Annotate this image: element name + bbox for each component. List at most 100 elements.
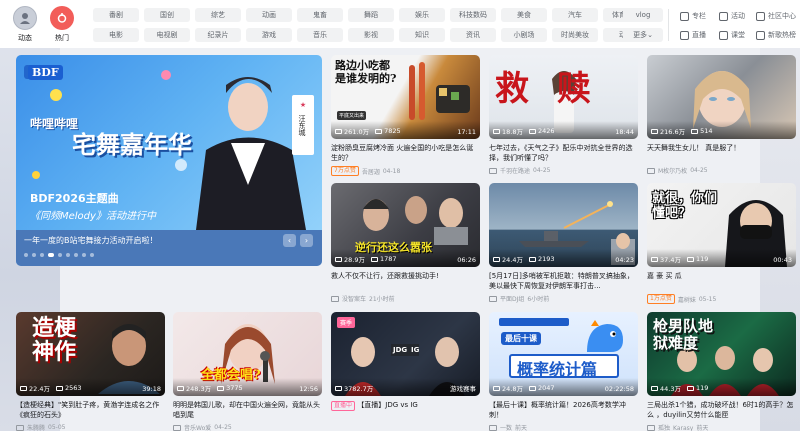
video-title[interactable]: 嘉 豪 买 瓜 [647,271,796,291]
banner-dot[interactable] [40,253,44,257]
video-card[interactable]: 枪男队地狱难度 44.3万 119 三局出杀1个猎，成功破坏战！6时1的高手？怎么… [647,312,796,431]
play-icon [651,128,658,134]
video-card[interactable]: 救 赎 18.8万 2426 18:44 七年过去，《天气之子》配乐中对抗全世界的… [489,55,638,175]
video-card[interactable]: 路边小吃都是谁发明的? 平底又出来 261.0万 7825 17:11 淀粉肠臭豆… [331,55,480,176]
video-meta: 孤独_Karasy 前天 [647,423,708,431]
live-title[interactable]: 直播中 【直播】JDG vs IG [331,400,480,412]
banner-dot[interactable] [90,253,94,257]
video-thumbnail[interactable]: 24.4万 2193 04:23 [489,183,638,267]
chip-guichu[interactable]: 鬼畜 [297,8,343,22]
uploader-name[interactable]: 吾居迦 [362,167,380,176]
hero-banner[interactable]: ★ BDF 哔哩哔哩 宅舞嘉年华 BDF2026主题曲 《同频Melody》活动… [16,55,322,266]
uploader-name[interactable]: 孤独_Karasy [658,423,693,431]
season-badge: 赛季 [337,317,356,328]
chip-wudao[interactable]: 舞蹈 [348,8,394,22]
video-title[interactable]: 明明是韩国儿歌，却在中国火遍全网，竟能从头唱到尾 [173,400,322,420]
video-card[interactable]: 就很，你们懂吧？ 37.4万 119 00:43 嘉 豪 买 瓜 1万点赞 嘉树妹… [647,183,796,304]
video-title[interactable]: 【造梗经典】"笑到肚子疼，黄渤字连成名之作《疯狂的石头》 [16,400,165,420]
uploader-icon [489,424,497,431]
banner-dot[interactable] [24,253,28,257]
video-card[interactable]: 24.4万 2193 04:23 [5月17日]多哨被军机拒敢：特朗普叉搞抽象，美… [489,183,638,303]
link-zhuanlan[interactable]: 专栏 [680,9,706,23]
chip-yingshi[interactable]: 影视 [348,28,394,42]
link-zhibo[interactable]: 直播 [680,28,706,42]
chevron-right-icon: › [304,236,309,245]
banner-dot-active[interactable] [48,253,54,257]
chip-fanju[interactable]: 番剧 [93,8,139,22]
video-title[interactable]: [5月17日]多哨被军机拒敢：特朗普叉搞抽象，美以最快下周恢复对伊朗军事打击..… [489,271,638,291]
chip-xiaojuchang[interactable]: 小剧场 [501,28,547,42]
live-card[interactable]: 赛季 JDG IG 3782.7万 游戏赛事 直播中 【直播】JDG vs IG [331,312,480,431]
svg-text:★: ★ [300,101,306,109]
video-thumbnail[interactable]: 就很，你们懂吧？ 37.4万 119 00:43 [647,183,796,267]
chip-qiche[interactable]: 汽车 [552,8,598,22]
danmaku-icon [528,256,536,262]
link-xinge[interactable]: 新歌热榜 [756,28,796,42]
chip-youxi[interactable]: 游戏 [246,28,292,42]
video-title[interactable]: 三局出杀1个猎，成功破坏战！6时1的高手？怎么 ，duyilin又劳什么能匣 [647,400,796,420]
banner-caption: 一年一度的B站宅舞接力活动开启啦！ [24,236,158,245]
uploader-name[interactable]: M枚尔乃枚 [658,166,687,175]
video-card[interactable]: 216.6万 514 天天舞我生女儿！ 真是服了！ M枚尔乃枚 04-25 [647,55,796,175]
chip-more[interactable]: 更多 [623,28,663,42]
video-card[interactable]: 全都会唱? 248.3万 3775 12:56 明明是韩国儿歌，却在中国火遍全网，… [173,312,322,431]
live-thumbnail[interactable]: 赛季 JDG IG 3782.7万 游戏赛事 [331,312,480,396]
video-card[interactable]: 逆行还这么嚣张 28.9万 1787 06:26 救人不仅不让行，还跟救援挑动手!… [331,183,480,303]
uploader-name[interactable]: 平面DJ组 [500,294,524,303]
video-card[interactable]: 最后十课 概率统计篇 24.8万 2047 02:22:58 【最后十课】概率统计… [489,312,638,431]
chip-dianshiju[interactable]: 电视剧 [144,28,190,42]
banner-dot[interactable] [66,253,70,257]
flag-icon [719,11,728,21]
remen-button[interactable]: 热门 [42,6,82,44]
video-thumbnail[interactable]: 枪男队地狱难度 44.3万 119 [647,312,796,396]
uploader-name[interactable]: 一数 [500,423,512,431]
video-thumbnail[interactable]: 造梗神作 22.4万 2563 39:18 [16,312,165,396]
video-title[interactable]: 天天舞我生女儿！ 真是服了！ [647,143,796,163]
video-meta: 千羽在路途 04-25 [489,166,550,175]
banner-next-button[interactable]: › [300,234,313,247]
video-thumbnail[interactable]: 全都会唱? 248.3万 3775 12:56 [173,312,322,396]
chip-yinyue[interactable]: 音乐 [297,28,343,42]
uploader-name[interactable]: 音乐Wo爱 [184,423,211,431]
video-meta: 7万点赞 吾居迦 04-18 [331,166,400,176]
video-thumbnail[interactable]: 最后十课 概率统计篇 24.8万 2047 02:22:58 [489,312,638,396]
link-ketang[interactable]: 课堂 [719,28,745,42]
banner-title-line2: 宅舞嘉年华 [72,130,192,159]
chip-zhishi[interactable]: 知识 [399,28,445,42]
banner-subtitle: BDF2026主题曲 [30,192,119,205]
banner-dot[interactable] [74,253,78,257]
banner-prev-button[interactable]: ‹ [283,234,296,247]
video-thumbnail[interactable]: 逆行还这么嚣张 28.9万 1787 06:26 [331,183,480,267]
uploader-name[interactable]: 嘉树妹 [678,295,696,304]
video-title[interactable]: 七年过去，《天气之子》配乐中对抗全世界的选择，我们听懂了吗？ [489,143,638,163]
chip-meishi[interactable]: 美食 [501,8,547,22]
thumb-text: 枪男队地狱难度 [653,317,714,352]
video-title[interactable]: 【最后十课】概率统计篇！2026高考数学冲刺！ [489,400,638,420]
banner-dot[interactable] [32,253,36,257]
banner-dot[interactable] [58,253,62,257]
chip-shishang[interactable]: 时尚美妆 [552,28,598,42]
chip-vlog[interactable]: vlog [623,8,663,22]
video-title[interactable]: 救人不仅不让行，还跟救援挑动手! [331,271,480,291]
uploader-name[interactable]: 朱腾腾 [27,423,45,431]
link-shequ[interactable]: 社区中心 [756,9,796,23]
banner-dot[interactable] [82,253,86,257]
video-thumbnail[interactable]: 路边小吃都是谁发明的? 平底又出来 261.0万 7825 17:11 [331,55,480,139]
video-thumbnail[interactable]: 救 赎 18.8万 2426 18:44 [489,55,638,139]
chip-keji[interactable]: 科技数码 [450,8,496,22]
uploader-name[interactable]: 没智案车 [342,294,366,303]
chip-guochuang[interactable]: 国创 [144,8,190,22]
chip-dianying[interactable]: 电影 [93,28,139,42]
video-thumbnail[interactable]: 216.6万 514 [647,55,796,139]
dongtai-button[interactable]: 动态 [5,6,45,44]
chip-yule[interactable]: 娱乐 [399,8,445,22]
video-title[interactable]: 淀粉肠臭豆腐烤冷面 火遍全国的小吃是怎么诞生的？ [331,143,480,163]
chip-zongyi[interactable]: 综艺 [195,8,241,22]
link-huodong[interactable]: 活动 [719,9,745,23]
chip-zixun[interactable]: 资讯 [450,28,496,42]
top-navigation: 动态 热门 番剧 国创 综艺 动画 鬼畜 舞蹈 娱乐 科技数码 美食 汽车 体育… [0,0,800,48]
video-card[interactable]: 造梗神作 22.4万 2563 39:18 【造梗经典】"笑到肚子疼，黄渤字连成名… [16,312,165,431]
chip-donghua[interactable]: 动画 [246,8,292,22]
chip-jilupian[interactable]: 纪录片 [195,28,241,42]
uploader-name[interactable]: 千羽在路途 [500,166,530,175]
